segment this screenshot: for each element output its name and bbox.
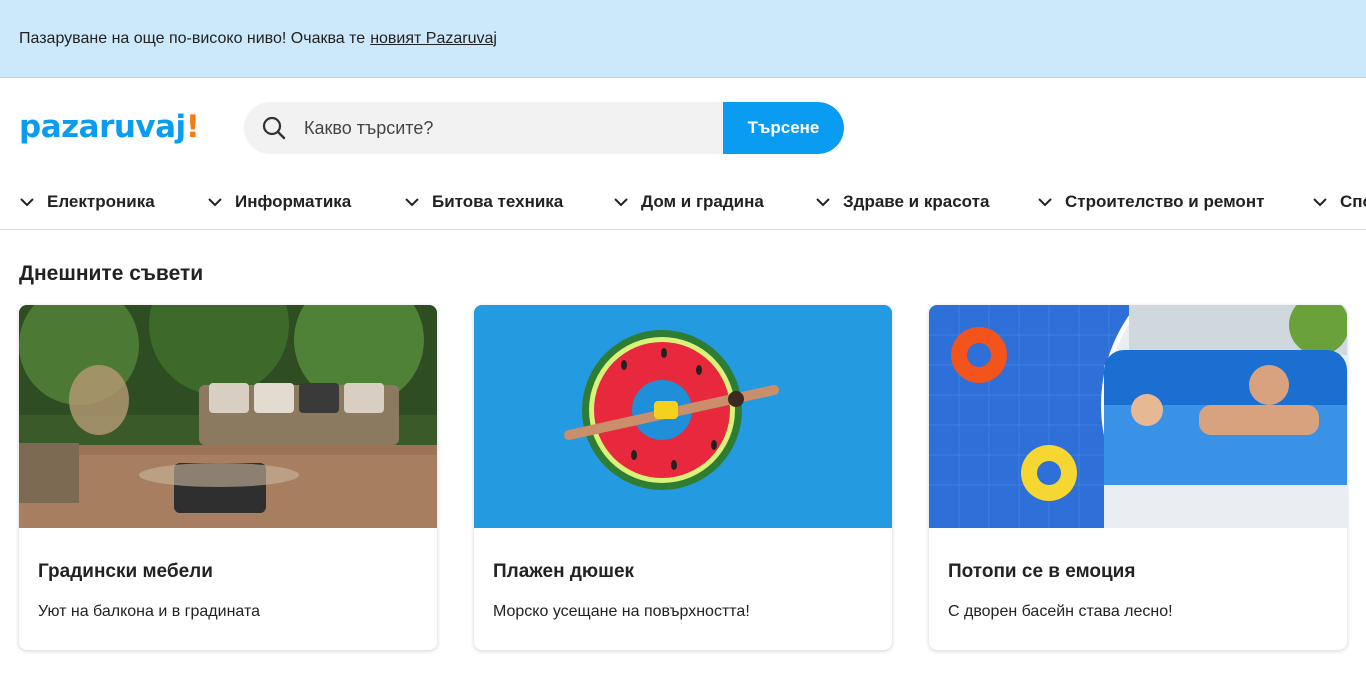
card-title: Потопи се в емоция [948,561,1136,582]
card-subtitle: С дворен басейн става лесно! [948,603,1173,620]
section-title: Днешните съвети [19,262,204,285]
banner-text: Пазаруване на още по-високо ниво! Очаква… [19,29,366,47]
search-icon [244,102,304,154]
nav-item-construction[interactable]: Строителство и ремонт [1037,192,1264,212]
nav-item-label: Електроника [47,192,155,211]
search-button[interactable]: Търсене [723,102,844,154]
site-header: pazaruvaj! Търсене [0,78,1366,176]
nav-item-label: Дом и градина [641,192,764,211]
card-title: Плажен дюшек [493,561,635,582]
nav-item-electronics[interactable]: Електроника [19,192,155,212]
banner-link[interactable]: новият Pazaruvaj [370,30,497,48]
nav-item-label: Информатика [235,192,352,211]
nav-item-label: Здраве и красота [843,192,990,211]
nav-item-label: Строителство и ремонт [1065,192,1265,211]
tip-card-pool[interactable]: Потопи се в емоция С дворен басейн става… [929,305,1347,650]
chevron-down-icon [19,194,35,210]
chevron-down-icon [1037,194,1053,210]
card-subtitle: Морско усещане на повърхността! [493,603,750,620]
search-bar: Търсене [244,102,844,154]
chevron-down-icon [404,194,420,210]
garden-furniture-image [19,305,437,528]
nav-item-appliances[interactable]: Битова техника [404,192,563,212]
logo-mark: ! [185,109,200,145]
card-title: Градински мебели [38,561,213,582]
site-logo[interactable]: pazaruvaj! [19,109,200,145]
chevron-down-icon [815,194,831,210]
nav-item-health-beauty[interactable]: Здраве и красота [815,192,989,212]
logo-text: pazaruvaj [19,109,186,145]
card-subtitle: Уют на балкона и в градината [38,603,260,620]
nav-item-informatics[interactable]: Информатика [207,192,351,212]
tips-cards: Градински мебели Уют на балкона и в град… [19,305,1347,650]
category-nav: Електроника Информатика Битова техника Д… [0,176,1366,230]
tip-card-beach-mattress[interactable]: Плажен дюшек Морско усещане на повърхнос… [474,305,892,650]
nav-item-label: Битова техника [432,192,564,211]
chevron-down-icon [613,194,629,210]
chevron-down-icon [1312,194,1328,210]
promo-banner: Пазаруване на още по-високо ниво! Очаква… [0,0,1366,78]
nav-item-label: Спо [1340,192,1366,211]
nav-item-home-garden[interactable]: Дом и градина [613,192,764,212]
nav-item-sport[interactable]: Спо [1312,192,1366,212]
chevron-down-icon [207,194,223,210]
tip-card-garden-furniture[interactable]: Градински мебели Уют на балкона и в град… [19,305,437,650]
pool-image [929,305,1347,528]
search-input[interactable] [304,117,723,139]
beach-mattress-image [474,305,892,528]
